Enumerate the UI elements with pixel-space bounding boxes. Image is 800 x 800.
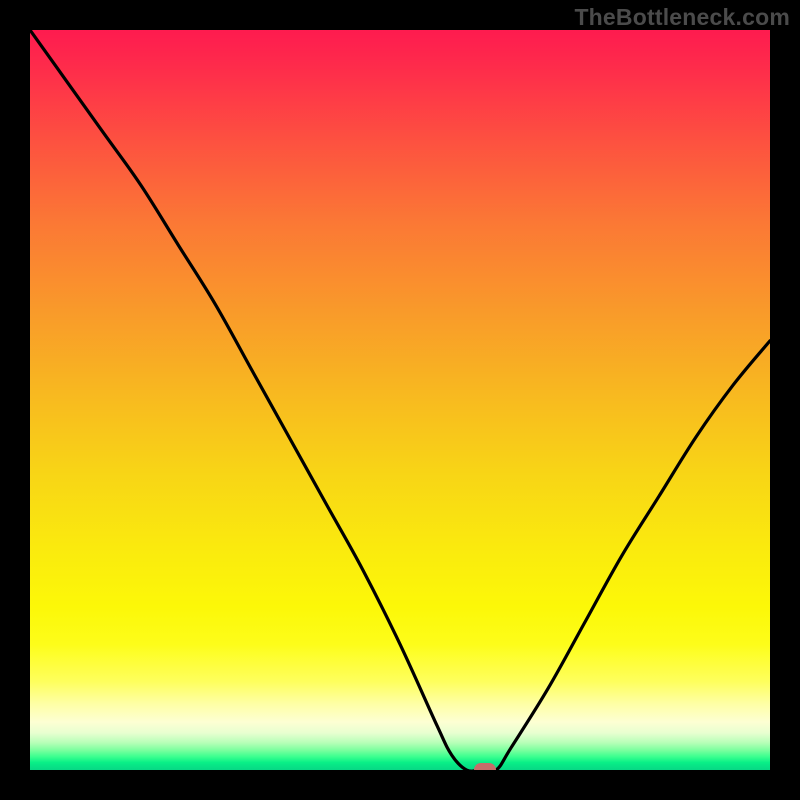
curve-layer [30, 30, 770, 770]
chart-frame: TheBottleneck.com [0, 0, 800, 800]
optimum-marker [474, 763, 496, 770]
plot-area [30, 30, 770, 770]
watermark-text: TheBottleneck.com [574, 4, 790, 31]
bottleneck-curve [30, 30, 770, 770]
